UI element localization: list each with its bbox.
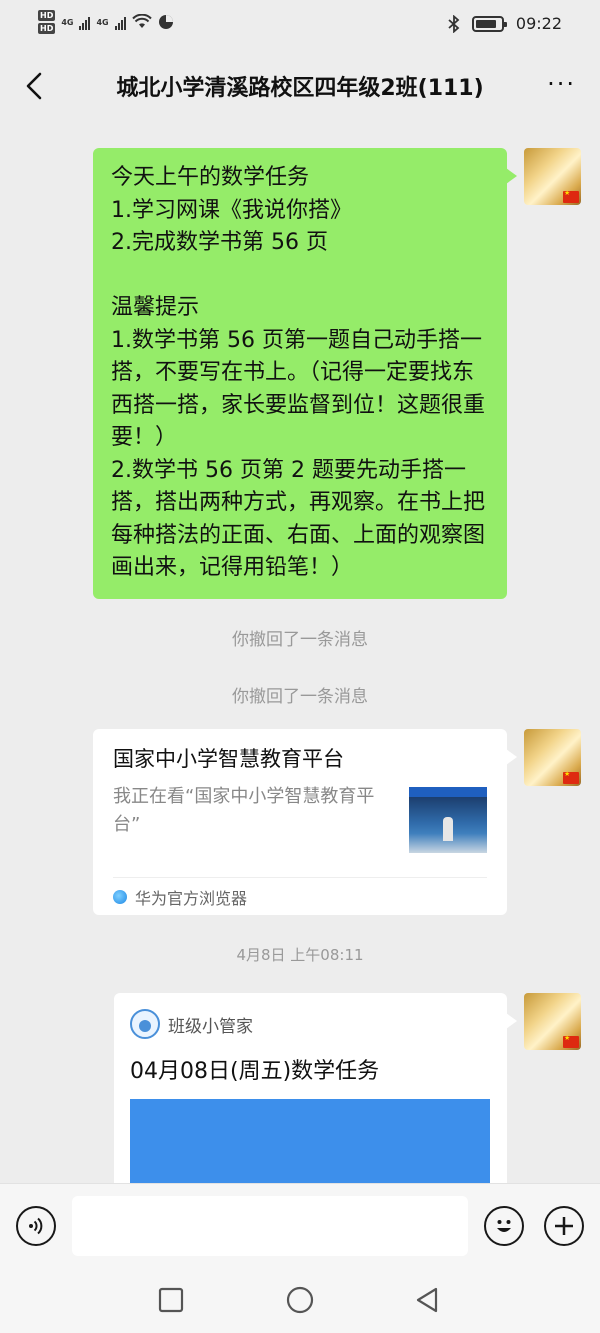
china-flag-icon: [563, 770, 579, 784]
circle-icon[interactable]: [286, 1286, 314, 1314]
recall-notice: 你撤回了一条消息: [232, 687, 368, 707]
signal-icon: [79, 14, 91, 30]
network-label-2: 4G: [96, 17, 109, 27]
chevron-left-icon[interactable]: [18, 68, 54, 104]
emoji-icon[interactable]: [484, 1206, 524, 1246]
more-dots-icon[interactable]: ···: [547, 72, 576, 96]
link-card-title: 国家中小学智慧教育平台: [113, 747, 344, 771]
triangle-back-icon[interactable]: [414, 1286, 440, 1314]
input-bar: [0, 1183, 600, 1269]
plus-icon[interactable]: [544, 1206, 584, 1246]
message-timestamp: 4月8日 上午08:11: [236, 946, 364, 964]
status-left: HD HD 4G 4G: [38, 10, 174, 34]
mini-program-banner: [130, 1099, 490, 1189]
browser-icon: [113, 890, 127, 904]
avatar[interactable]: [524, 148, 581, 205]
mini-program-header: 班级小管家: [130, 1009, 253, 1039]
message-input[interactable]: [72, 1196, 468, 1256]
china-flag-icon: [563, 189, 579, 203]
system-nav-bar: [0, 1269, 600, 1333]
chat-header: 城北小学清溪路校区四年级2班(111) ···: [0, 52, 600, 120]
battery-icon: [471, 15, 507, 32]
app-logo-icon: [130, 1009, 160, 1039]
status-time: 09:22: [515, 14, 562, 33]
mini-program-name: 班级小管家: [168, 1016, 253, 1037]
link-card-source: 华为官方浏览器: [113, 885, 247, 909]
message-bubble-task[interactable]: 今天上午的数学任务 1.学习网课《我说你搭》 2.完成数学书第 56 页 温馨提…: [93, 148, 517, 599]
avatar[interactable]: [524, 993, 581, 1050]
mini-program-title: 04月08日(周五)数学任务: [130, 1059, 380, 1084]
status-right: 09:22: [448, 14, 562, 33]
avatar[interactable]: [524, 729, 581, 786]
wifi-icon: [131, 14, 152, 28]
source-label: 华为官方浏览器: [135, 889, 248, 908]
square-icon[interactable]: [158, 1287, 184, 1313]
mini-program-card[interactable]: 班级小管家 04月08日(周五)数学任务: [114, 993, 517, 1193]
recall-notice: 你撤回了一条消息: [232, 630, 368, 650]
network-label-1: 4G: [61, 17, 74, 27]
link-thumbnail: [409, 787, 487, 875]
china-flag-icon: [563, 1034, 579, 1048]
chat-title: 城北小学清溪路校区四年级2班(111): [116, 76, 484, 101]
signal-icon-2: [114, 14, 126, 30]
hd-badge-1: HD: [38, 10, 56, 21]
card-divider: [113, 877, 487, 878]
link-card-description: 我正在看“国家中小学智慧教育平台”: [113, 786, 375, 835]
voice-icon[interactable]: [16, 1206, 56, 1246]
bluetooth-icon: [448, 14, 460, 33]
hd-badge-2: HD: [38, 23, 56, 34]
status-bar: HD HD 4G 4G 09:22: [0, 0, 600, 52]
link-card[interactable]: 国家中小学智慧教育平台 我正在看“国家中小学智慧教育平台” 华为官方浏览器: [93, 729, 517, 915]
message-text: 今天上午的数学任务 1.学习网课《我说你搭》 2.完成数学书第 56 页 温馨提…: [111, 165, 486, 580]
hd-indicators: HD HD: [38, 10, 56, 34]
data-saver-icon: [158, 15, 173, 29]
